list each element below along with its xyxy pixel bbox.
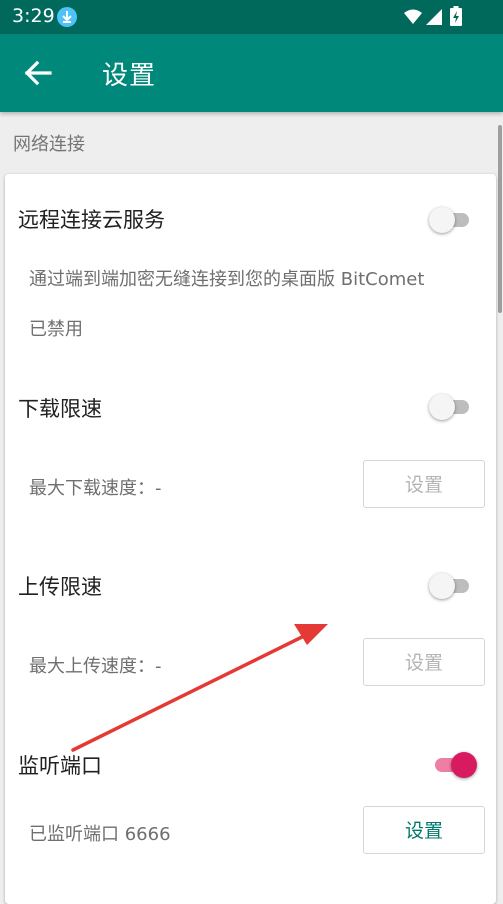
battery-icon xyxy=(450,6,462,26)
download-limit-switch[interactable] xyxy=(429,393,475,421)
upload-limit-title: 上传限速 xyxy=(18,575,102,599)
listen-port-set-button[interactable]: 设置 xyxy=(363,806,485,854)
page-title: 设置 xyxy=(102,61,157,91)
back-button[interactable] xyxy=(20,58,54,88)
wifi-icon xyxy=(404,9,422,24)
download-limit-set-button[interactable]: 设置 xyxy=(363,460,485,508)
remote-cloud-title: 远程连接云服务 xyxy=(18,208,165,232)
section-header: 网络连接 xyxy=(13,134,85,155)
switch-thumb xyxy=(429,573,455,599)
remote-cloud-description: 通过端到端加密无缝连接到您的桌面版 BitComet xyxy=(29,269,425,290)
app-bar: 设置 xyxy=(0,34,503,112)
remote-cloud-switch[interactable] xyxy=(429,206,475,234)
download-limit-description: 最大下载速度：- xyxy=(29,478,162,499)
switch-thumb xyxy=(429,394,455,420)
listen-port-switch[interactable] xyxy=(429,751,477,779)
switch-thumb xyxy=(429,207,455,233)
signal-icon xyxy=(426,9,442,25)
download-icon xyxy=(57,7,77,27)
settings-card: 远程连接云服务 通过端到端加密无缝连接到您的桌面版 BitComet 已禁用 下… xyxy=(5,174,496,904)
listen-port-description: 已监听端口 6666 xyxy=(29,824,171,845)
listen-port-title: 监听端口 xyxy=(18,754,102,778)
download-limit-title: 下载限速 xyxy=(18,397,102,421)
scrollbar-thumb[interactable] xyxy=(498,125,502,313)
status-time: 3:29 xyxy=(12,5,55,27)
upload-limit-set-button[interactable]: 设置 xyxy=(363,638,485,686)
status-bar: 3:29 xyxy=(0,0,503,34)
remote-cloud-status: 已禁用 xyxy=(29,319,83,340)
switch-thumb xyxy=(451,752,477,778)
upload-limit-description: 最大上传速度：- xyxy=(29,656,162,677)
upload-limit-switch[interactable] xyxy=(429,572,475,600)
